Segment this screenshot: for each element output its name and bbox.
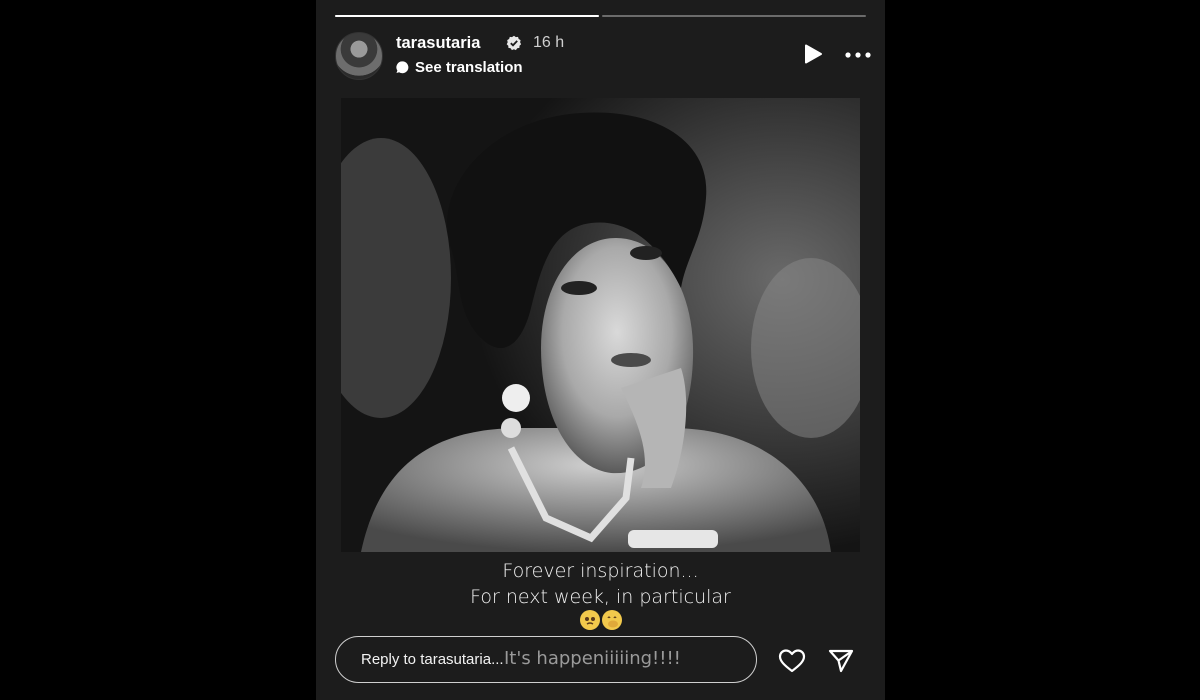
more-icon[interactable]: [844, 50, 872, 60]
story-progress-bar: [335, 15, 866, 18]
send-icon[interactable]: [827, 648, 855, 674]
story-viewer: tarasutaria 16 h See translation Forever…: [316, 0, 885, 700]
see-translation-link[interactable]: See translation: [415, 59, 523, 76]
story-overlay-text: It's happeniiiiing!!!!: [504, 648, 681, 669]
caption-emojis: [316, 610, 885, 630]
verified-badge-icon: [506, 35, 522, 51]
speech-bubble-icon: [396, 61, 409, 74]
story-timestamp: 16 h: [533, 34, 565, 51]
reply-placeholder: Reply to tarasutaria...: [361, 651, 504, 668]
story-caption: Forever inspiration... For next week, in…: [316, 558, 885, 630]
pleading-face-icon: [579, 610, 600, 630]
username[interactable]: tarasutaria: [396, 34, 480, 53]
heart-icon[interactable]: [778, 648, 806, 674]
story-photo: [341, 98, 860, 552]
face-with-hand-over-mouth-icon: [601, 610, 622, 630]
progress-fill: [335, 15, 599, 17]
caption-line-2: For next week, in particular: [470, 586, 731, 608]
progress-segment: [335, 15, 599, 17]
progress-segment: [602, 15, 866, 17]
play-icon[interactable]: [803, 44, 823, 64]
avatar[interactable]: [335, 32, 383, 80]
story-header: tarasutaria 16 h See translation: [335, 32, 871, 80]
portrait-image: [341, 98, 860, 552]
caption-line-1: Forever inspiration...: [502, 560, 699, 582]
